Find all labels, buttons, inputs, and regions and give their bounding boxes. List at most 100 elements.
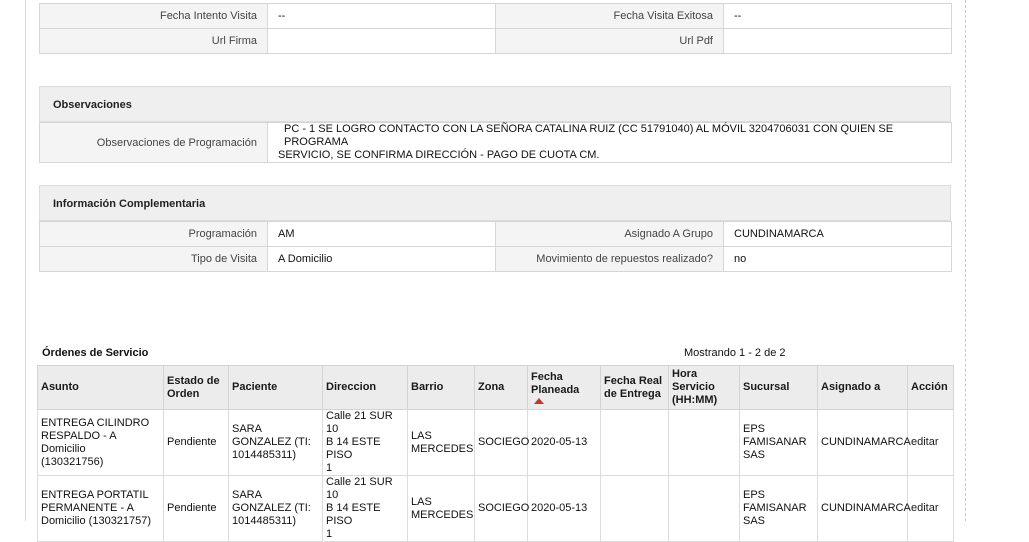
movimiento-value: no	[723, 246, 952, 272]
col-asignado-label: Asignado a	[821, 381, 881, 393]
cell-accion: editar	[907, 409, 954, 476]
col-fecha-planeada[interactable]: Fecha Planeada	[527, 365, 601, 410]
col-fecha-planeada-label-1: Fecha	[531, 371, 563, 383]
col-hora-label-2: Servicio	[672, 381, 715, 393]
page-right-border	[965, 0, 966, 521]
col-asunto-label: Asunto	[41, 381, 79, 393]
sucursal-line: FAMISANAR	[743, 502, 807, 514]
col-zona-label: Zona	[478, 381, 505, 393]
complementaria-row: Programación AM Asignado A Grupo CUNDINA…	[39, 221, 952, 247]
col-asunto[interactable]: Asunto	[37, 365, 164, 410]
col-hora-servicio[interactable]: Hora Servicio (HH:MM)	[668, 365, 740, 410]
complementaria-table: Programación AM Asignado A Grupo CUNDINA…	[39, 221, 952, 272]
paciente-line: GONZALEZ (TI:	[232, 502, 311, 514]
orders-title: Órdenes de Servicio	[42, 347, 149, 359]
col-sucursal[interactable]: Sucursal	[739, 365, 818, 410]
col-paciente[interactable]: Paciente	[228, 365, 323, 410]
grupo-value: CUNDINAMARCA	[723, 221, 952, 247]
cell-barrio: LAS MERCEDES	[407, 475, 475, 542]
sucursal-line: EPS	[743, 423, 766, 435]
complementaria-row: Tipo de Visita A Domicilio Movimiento de…	[39, 246, 952, 272]
programacion-value: AM	[267, 221, 496, 247]
cell-zona: SOCIEGO	[474, 409, 529, 476]
col-accion: Acción	[907, 365, 954, 410]
cell-asunto: ENTREGA PORTATIL PERMANENTE - A Domicili…	[37, 475, 164, 542]
col-paciente-label: Paciente	[232, 381, 278, 393]
observaciones-section: Observaciones Observaciones de Programac…	[39, 86, 952, 163]
paciente-line: SARA	[232, 423, 262, 435]
paciente-line: 1014485311)	[232, 515, 297, 527]
cell-estado: Pendiente	[163, 409, 229, 476]
col-fecha-real[interactable]: Fecha Real de Entrega	[600, 365, 669, 410]
barrio-line: MERCEDES	[411, 508, 474, 521]
asunto-line: RESPALDO - A Domicilio	[41, 429, 116, 455]
cell-accion: editar	[907, 475, 954, 542]
cell-paciente: SARA GONZALEZ (TI: 1014485311)	[228, 475, 323, 542]
sucursal-line: SAS	[743, 515, 766, 527]
barrio-line: MERCEDES	[411, 442, 474, 455]
movimiento-label: Movimiento de repuestos realizado?	[495, 246, 724, 272]
cell-direccion: Calle 21 SUR 10 B 14 ESTE PISO 1	[322, 409, 408, 476]
col-hora-label-3: (HH:MM)	[672, 394, 718, 406]
programacion-label: Programación	[39, 221, 268, 247]
cell-direccion: Calle 21 SUR 10 B 14 ESTE PISO 1	[322, 475, 408, 542]
direccion-line: B 14 ESTE PISO	[326, 502, 381, 527]
col-sucursal-label: Sucursal	[743, 381, 790, 393]
sucursal-line: EPS	[743, 489, 766, 501]
observaciones-label: Observaciones de Programación	[39, 122, 268, 163]
observaciones-table: Observaciones de Programación PC - 1 SE …	[39, 122, 952, 163]
col-direccion-label: Direccion	[326, 381, 377, 393]
asunto-line: (130321756)	[41, 455, 104, 468]
tipo-visita-label: Tipo de Visita	[39, 246, 268, 272]
observaciones-line-1: PC - 1 SE LOGRO CONTACTO CON LA SEÑORA C…	[284, 123, 894, 148]
url-firma-label: Url Firma	[39, 28, 268, 54]
col-barrio[interactable]: Barrio	[407, 365, 475, 410]
direccion-line: 1	[326, 528, 333, 540]
url-pdf-value	[723, 28, 952, 54]
cell-fecha-real	[600, 475, 669, 542]
col-fecha-real-label-1: Fecha Real	[604, 374, 663, 387]
cell-asignado: CUNDINAMARCA	[817, 409, 911, 476]
paciente-line: GONZALEZ (TI:	[232, 436, 311, 448]
edit-link[interactable]: editar	[911, 502, 939, 514]
cell-fecha-planeada: 2020-05-13	[527, 409, 601, 476]
col-direccion[interactable]: Direccion	[322, 365, 408, 410]
direccion-line: Calle 21 SUR 10	[326, 476, 393, 501]
observaciones-row: Observaciones de Programación PC - 1 SE …	[39, 122, 952, 163]
orders-table: Asunto Estado de Orden Paciente Direccio…	[37, 365, 954, 542]
cell-asignado: CUNDINAMARCA	[817, 475, 911, 542]
visit-info-row: Fecha Intento Visita -- Fecha Visita Exi…	[39, 3, 952, 29]
paciente-line: 1014485311)	[232, 449, 297, 461]
cell-sucursal: EPS FAMISANAR SAS	[739, 409, 818, 476]
col-zona[interactable]: Zona	[474, 365, 528, 410]
complementaria-title: Información Complementaria	[39, 185, 951, 221]
observaciones-title: Observaciones	[39, 86, 951, 122]
col-asignado[interactable]: Asignado a	[817, 365, 908, 410]
cell-barrio: LAS MERCEDES	[407, 409, 475, 476]
table-row: ENTREGA CILINDRO RESPALDO - A Domicilio …	[37, 409, 954, 476]
complementaria-section: Información Complementaria Programación …	[39, 185, 952, 272]
observaciones-line-2: SERVICIO, SE CONFIRMA DIRECCIÓN - PAGO D…	[278, 149, 600, 161]
visit-info-table: Fecha Intento Visita -- Fecha Visita Exi…	[39, 3, 952, 54]
cell-sucursal: EPS FAMISANAR SAS	[739, 475, 818, 542]
fecha-intento-value: --	[267, 3, 496, 29]
col-fecha-planeada-label-2: Planeada	[531, 384, 580, 396]
cell-zona: SOCIEGO	[474, 475, 529, 542]
visit-info-row: Url Firma Url Pdf	[39, 28, 952, 54]
direccion-line: 1	[326, 462, 333, 474]
asunto-line: Domicilio (130321757)	[41, 515, 152, 527]
col-accion-label: Acción	[911, 381, 948, 393]
sucursal-line: FAMISANAR	[743, 436, 807, 448]
fecha-exitosa-value: --	[723, 3, 952, 29]
table-row: ENTREGA PORTATIL PERMANENTE - A Domicili…	[37, 475, 954, 542]
cell-hora	[668, 475, 740, 542]
cell-fecha-real	[600, 409, 669, 476]
col-estado-label-1: Estado de	[167, 374, 220, 387]
orders-header-row: Asunto Estado de Orden Paciente Direccio…	[37, 365, 954, 410]
cell-asunto: ENTREGA CILINDRO RESPALDO - A Domicilio …	[37, 409, 164, 476]
asunto-line: PERMANENTE - A	[41, 502, 134, 514]
barrio-line: LAS	[411, 429, 432, 442]
col-estado[interactable]: Estado de Orden	[163, 365, 229, 410]
edit-link[interactable]: editar	[911, 436, 939, 448]
fecha-intento-label: Fecha Intento Visita	[39, 3, 268, 29]
